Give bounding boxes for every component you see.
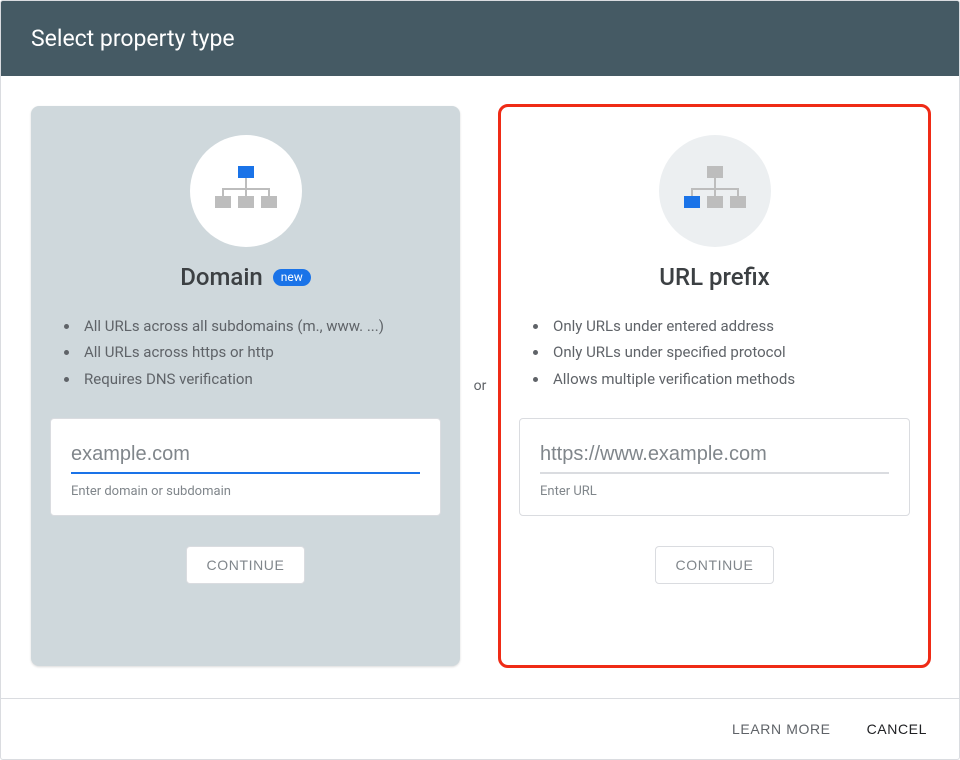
domain-bullet: All URLs across https or http	[80, 339, 437, 365]
dialog-title: Select property type	[31, 25, 235, 52]
url-prefix-title-row: URL prefix	[659, 263, 769, 291]
url-prefix-bullets: Only URLs under entered address Only URL…	[519, 313, 910, 392]
url-prefix-bullet: Only URLs under entered address	[549, 313, 906, 339]
domain-title: Domain	[180, 263, 263, 291]
new-badge: new	[273, 269, 311, 286]
dialog-body: Domain new All URLs across all subdomain…	[1, 76, 959, 666]
url-prefix-bullet: Only URLs under specified protocol	[549, 339, 906, 365]
domain-input-box: Enter domain or subdomain	[50, 418, 441, 516]
url-prefix-card[interactable]: URL prefix Only URLs under entered addre…	[500, 106, 929, 666]
url-prefix-continue-button[interactable]: CONTINUE	[655, 546, 775, 584]
or-separator: or	[460, 106, 500, 666]
domain-card[interactable]: Domain new All URLs across all subdomain…	[31, 106, 460, 666]
domain-input-helper: Enter domain or subdomain	[71, 484, 420, 499]
url-prefix-input-helper: Enter URL	[540, 484, 889, 499]
learn-more-button[interactable]: LEARN MORE	[728, 715, 835, 743]
url-prefix-input-box: Enter URL	[519, 418, 910, 516]
domain-bullets: All URLs across all subdomains (m., www.…	[50, 313, 441, 392]
domain-title-row: Domain new	[180, 263, 311, 291]
sitemap-icon	[659, 135, 771, 247]
url-prefix-title: URL prefix	[659, 263, 769, 291]
domain-continue-button[interactable]: CONTINUE	[186, 546, 306, 584]
dialog-select-property-type: Select property type Domain new All URLs…	[0, 0, 960, 760]
domain-bullet: Requires DNS verification	[80, 366, 437, 392]
or-label: or	[474, 378, 487, 394]
domain-bullet: All URLs across all subdomains (m., www.…	[80, 313, 437, 339]
dialog-titlebar: Select property type	[1, 1, 959, 76]
sitemap-icon	[190, 135, 302, 247]
cancel-button[interactable]: CANCEL	[863, 715, 931, 743]
url-prefix-input[interactable]	[540, 437, 889, 474]
dialog-footer: LEARN MORE CANCEL	[1, 698, 959, 759]
url-prefix-bullet: Allows multiple verification methods	[549, 366, 906, 392]
domain-input[interactable]	[71, 437, 420, 474]
